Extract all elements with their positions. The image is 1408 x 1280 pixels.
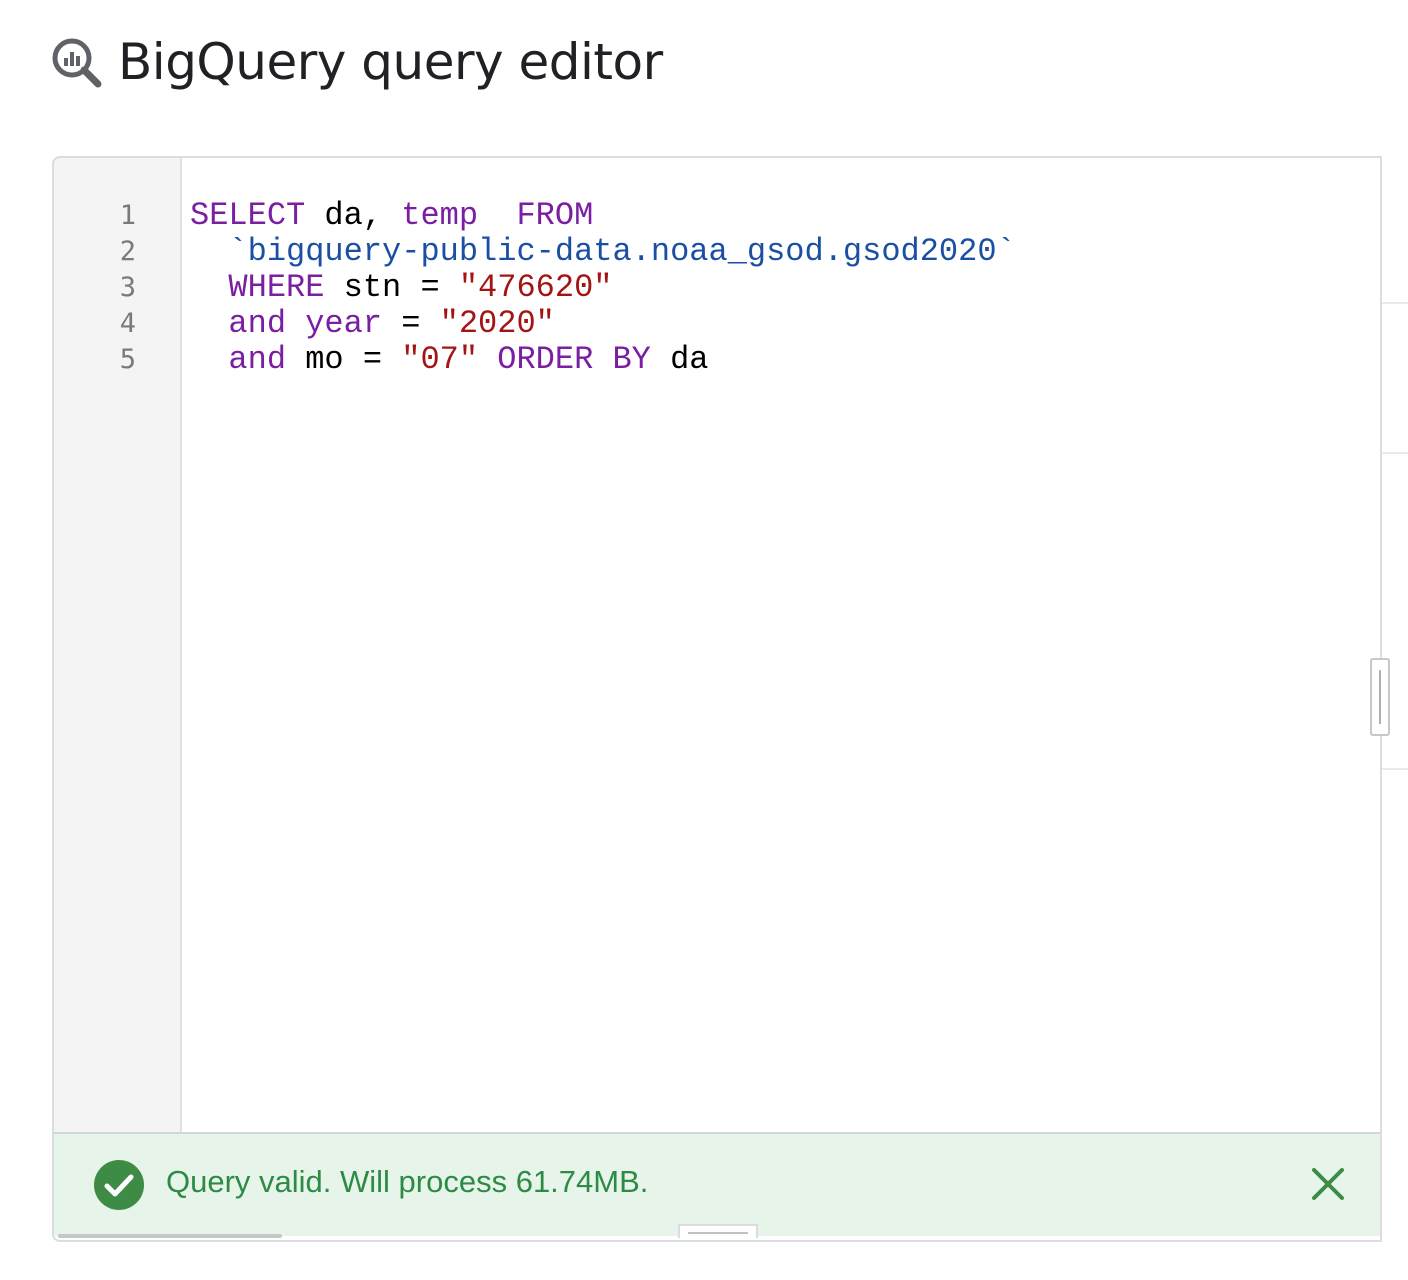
sql-string: "07" <box>401 341 479 378</box>
grip-icon <box>1379 670 1381 724</box>
panel-divider <box>1382 452 1408 454</box>
sql-table-ref: `bigquery-public-data.noaa_gsod.gsod2020… <box>190 233 1016 270</box>
check-circle-icon <box>94 1160 144 1210</box>
horizontal-resize-handle[interactable] <box>1370 658 1390 736</box>
sql-identifier <box>190 269 228 306</box>
sql-identifier <box>190 305 228 342</box>
code-line[interactable]: and year = "2020" <box>190 306 1016 342</box>
page-header: BigQuery query editor <box>48 30 663 94</box>
sql-keyword: and <box>228 305 287 342</box>
sql-keyword: year <box>305 305 383 342</box>
sql-keyword: temp <box>401 197 479 234</box>
sql-identifier <box>478 341 497 378</box>
page-title: BigQuery query editor <box>118 33 663 91</box>
validator-message: Query valid. Will process 61.74MB. <box>166 1164 649 1199</box>
sql-keyword: FROM <box>516 197 594 234</box>
code-line[interactable]: `bigquery-public-data.noaa_gsod.gsod2020… <box>190 233 1016 270</box>
line-number: 2 <box>119 236 136 267</box>
sql-identifier: mo = <box>286 341 402 378</box>
close-icon[interactable] <box>1310 1166 1346 1202</box>
line-number: 4 <box>119 308 136 339</box>
line-number-gutter: 1 2 3 4 5 <box>54 158 182 1134</box>
sql-identifier <box>286 305 305 342</box>
sql-keyword: WHERE <box>228 269 325 306</box>
line-number: 1 <box>119 200 136 231</box>
query-validator-bar: Query valid. Will process 61.74MB. <box>54 1132 1380 1236</box>
sql-identifier: da <box>650 341 709 378</box>
bigquery-icon <box>52 38 102 88</box>
sql-string: "2020" <box>439 305 555 342</box>
sql-keyword: SELECT <box>190 197 306 234</box>
vertical-resize-handle[interactable] <box>678 1224 758 1238</box>
sql-keyword: and <box>228 341 287 378</box>
code-line[interactable]: SELECT da, temp FROM <box>190 198 1016 234</box>
line-number: 5 <box>119 344 136 375</box>
sql-identifier <box>478 197 516 234</box>
code-line[interactable]: and mo = "07" ORDER BY da <box>190 342 1016 378</box>
sql-identifier: da, <box>305 197 402 234</box>
query-editor[interactable]: 1 2 3 4 5 SELECT da, temp FROM `bigquery… <box>52 156 1382 1242</box>
grip-icon <box>688 1232 748 1234</box>
panel-divider <box>1382 302 1408 304</box>
panel-divider <box>1382 768 1408 770</box>
sql-keyword: ORDER BY <box>497 341 651 378</box>
horizontal-scrollbar[interactable] <box>58 1234 282 1238</box>
sql-identifier: = <box>382 305 440 342</box>
sql-identifier: stn = <box>324 269 459 306</box>
sql-string: "476620" <box>458 269 613 306</box>
sql-identifier <box>190 341 228 378</box>
code-line[interactable]: WHERE stn = "476620" <box>190 270 1016 306</box>
code-area[interactable]: SELECT da, temp FROM `bigquery-public-da… <box>190 198 1016 378</box>
line-number: 3 <box>119 272 136 303</box>
